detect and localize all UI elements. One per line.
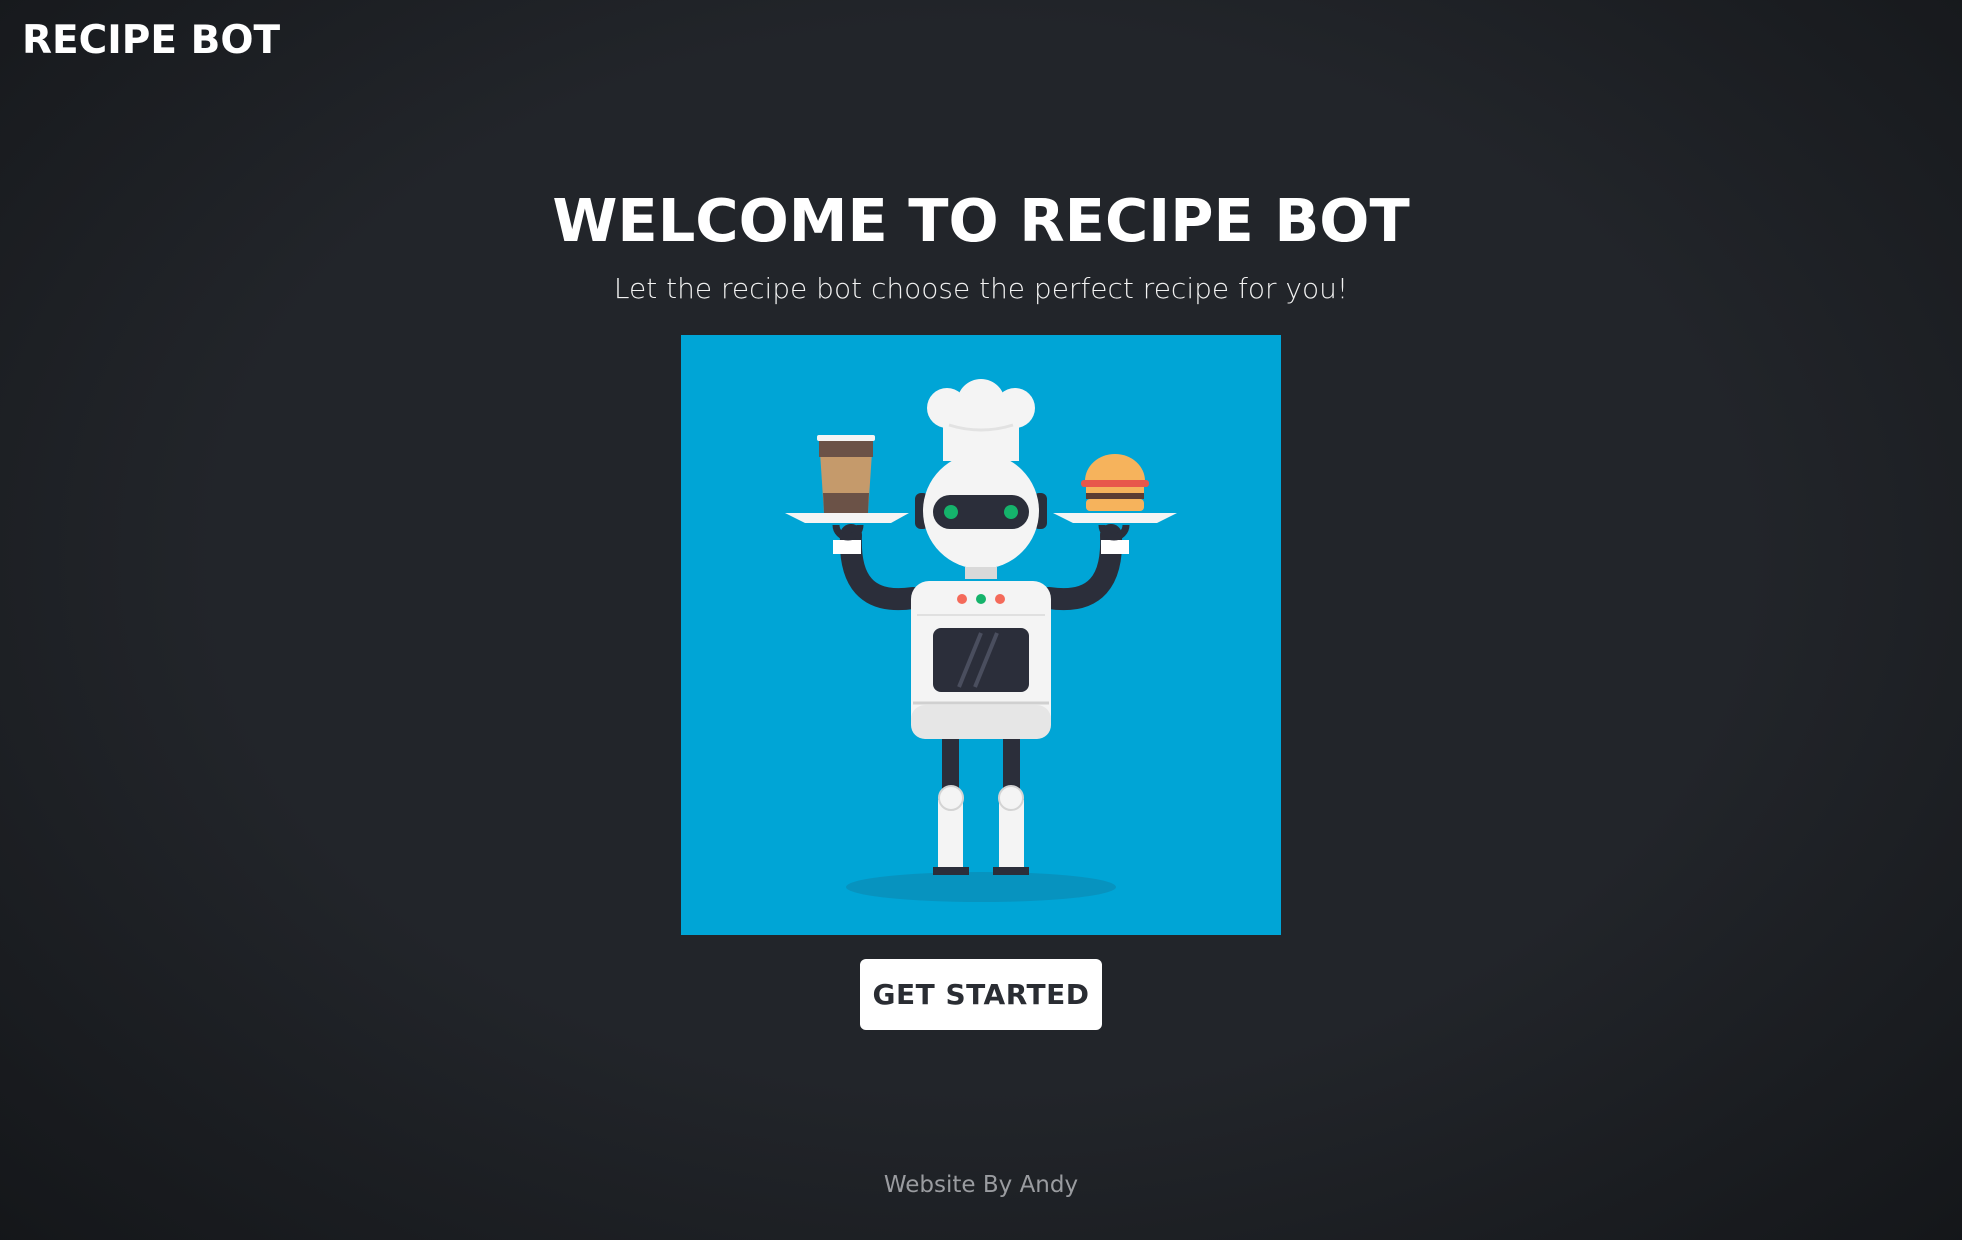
chef-robot-illustration xyxy=(785,379,1177,902)
right-eye xyxy=(1004,505,1018,519)
page-title: WELCOME TO RECIPE BOT xyxy=(552,186,1410,255)
left-knee xyxy=(938,785,964,811)
brand-logo[interactable]: RECIPE BOT xyxy=(22,18,280,63)
right-knee xyxy=(998,785,1024,811)
right-wrist xyxy=(1101,540,1129,554)
burger-icon xyxy=(1085,454,1145,481)
get-started-button[interactable]: GET STARTED xyxy=(860,959,1102,1030)
indicator-light-red-right xyxy=(995,594,1005,604)
left-eye xyxy=(944,505,958,519)
footer-credit: Website By Andy xyxy=(883,1172,1079,1198)
left-wrist xyxy=(833,540,861,554)
left-tray xyxy=(785,513,909,523)
indicator-light-green xyxy=(976,594,986,604)
hero-illustration xyxy=(681,335,1281,935)
floor-shadow xyxy=(846,872,1116,902)
left-foot xyxy=(933,867,969,875)
indicator-light-red-left xyxy=(957,594,967,604)
right-tray xyxy=(1053,513,1177,523)
page-subtitle: Let the recipe bot choose the perfect re… xyxy=(613,272,1349,305)
robot-neck xyxy=(965,567,997,579)
right-foot xyxy=(993,867,1029,875)
